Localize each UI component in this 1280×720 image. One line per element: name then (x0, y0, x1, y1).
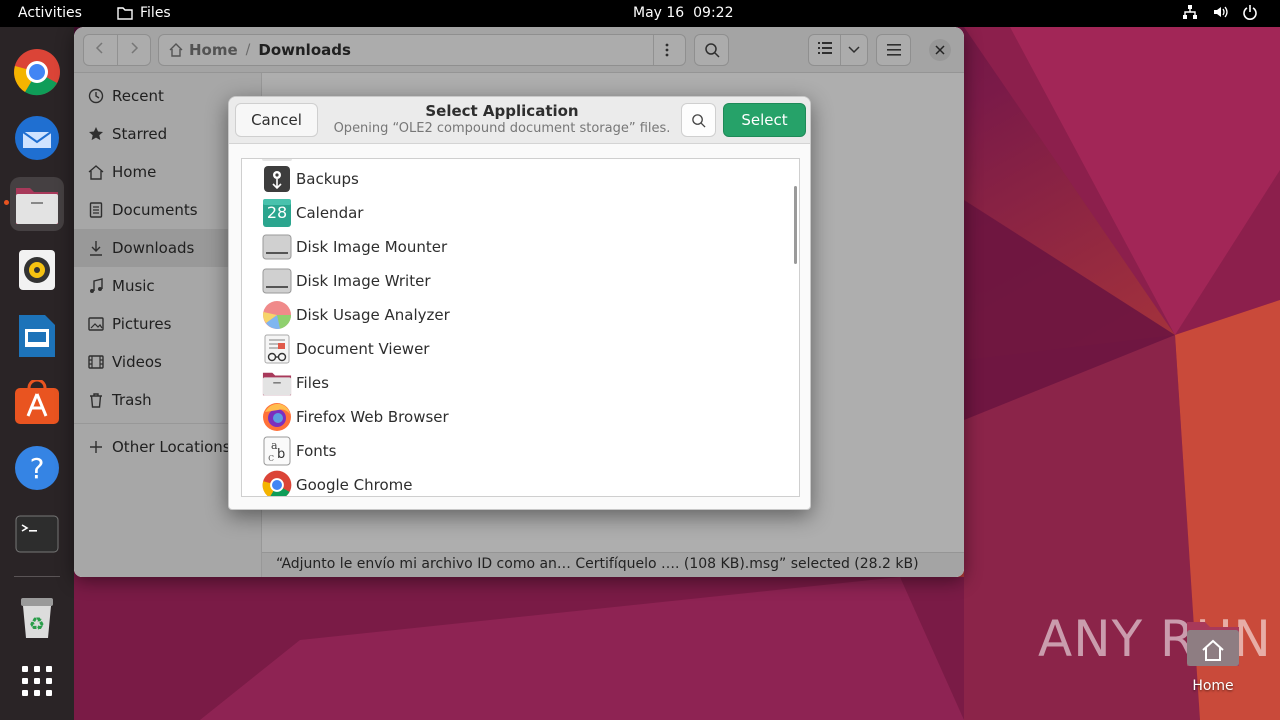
app-menu[interactable]: Files (117, 5, 171, 21)
clock-time: 09:22 (693, 5, 734, 21)
show-apps-icon (22, 666, 52, 696)
dialog-subtitle: Opening “OLE2 compound document storage”… (333, 121, 671, 136)
disk-icon (262, 266, 292, 296)
search-icon (692, 113, 706, 128)
terminal-icon (15, 515, 59, 553)
app-name: Disk Usage Analyzer (296, 306, 450, 324)
app-name: Disk Image Mounter (296, 238, 448, 256)
svg-text:b: b (277, 447, 285, 462)
list-item[interactable]: Google Chrome (242, 468, 799, 496)
document-viewer-icon (262, 334, 292, 364)
calendar-icon: 28 (262, 198, 292, 228)
select-application-dialog: Cancel Select Application Opening “OLE2 … (228, 96, 811, 510)
dock-terminal[interactable] (10, 507, 64, 561)
desktop-home-label[interactable]: Home (1172, 678, 1254, 694)
chrome-icon (14, 49, 60, 96)
dock: ? ♻ (0, 27, 74, 720)
list-item[interactable]: abc Fonts (242, 434, 799, 468)
list-item[interactable]: Backups (242, 162, 799, 196)
app-list[interactable]: Backups 28 Calendar Disk Image Mounter D… (241, 158, 800, 497)
firefox-icon (262, 402, 292, 432)
select-button[interactable]: Select (723, 103, 806, 137)
list-item[interactable]: Firefox Web Browser (242, 400, 799, 434)
svg-text:?: ? (30, 452, 45, 485)
search-button[interactable] (681, 103, 716, 137)
trash-icon: ♻ (21, 598, 53, 638)
app-name: Backups (296, 170, 359, 188)
top-bar: Activities Files May 16 09:22 (0, 0, 1280, 27)
running-indicator (4, 200, 9, 205)
calendar-day: 28 (266, 203, 288, 222)
dock-help[interactable]: ? (10, 441, 64, 495)
dialog-title: Select Application (425, 102, 579, 120)
list-item[interactable]: Disk Image Writer (242, 264, 799, 298)
app-name: Disk Image Writer (296, 272, 431, 290)
app-name: Document Viewer (296, 340, 430, 358)
folder-icon (117, 7, 133, 20)
dialog-header: Cancel Select Application Opening “OLE2 … (229, 97, 810, 144)
list-item[interactable]: Files (242, 366, 799, 400)
dock-thunderbird[interactable] (10, 111, 64, 165)
libreoffice-impress-icon (19, 315, 55, 357)
disk-icon (262, 232, 292, 262)
activities-button[interactable]: Activities (18, 5, 82, 21)
app-name: Google Chrome (296, 476, 413, 494)
thunderbird-icon (15, 116, 59, 160)
partial-list-item (262, 159, 292, 161)
backups-icon (262, 164, 292, 194)
svg-text:c: c (268, 451, 274, 464)
disk-usage-icon (262, 300, 292, 330)
system-tray[interactable] (1182, 4, 1258, 20)
dock-show-apps[interactable] (10, 654, 64, 708)
list-item[interactable]: Disk Image Mounter (242, 230, 799, 264)
cancel-button[interactable]: Cancel (235, 103, 318, 137)
dock-app-center[interactable] (10, 375, 64, 429)
clock-date: May 16 (633, 5, 685, 21)
dock-libreoffice-impress[interactable] (10, 309, 64, 363)
rhythmbox-icon (19, 250, 55, 290)
dock-separator (14, 576, 60, 577)
power-icon (1243, 5, 1257, 20)
files-icon (262, 368, 292, 398)
dock-trash[interactable]: ♻ (10, 591, 64, 645)
app-name: Firefox Web Browser (296, 408, 449, 426)
chrome-icon (262, 470, 292, 496)
app-name: Calendar (296, 204, 364, 222)
app-name: Files (296, 374, 329, 392)
svg-text:♻: ♻ (29, 614, 45, 635)
list-item[interactable]: 28 Calendar (242, 196, 799, 230)
clock[interactable]: May 16 09:22 (633, 5, 733, 21)
network-icon (1183, 5, 1197, 19)
app-name: Fonts (296, 442, 337, 460)
desktop-home-folder-icon[interactable] (1185, 618, 1241, 668)
fonts-icon: abc (262, 436, 292, 466)
app-center-icon (15, 380, 59, 424)
list-item[interactable]: Document Viewer (242, 332, 799, 366)
dock-chrome[interactable] (10, 45, 64, 99)
help-icon: ? (15, 446, 59, 490)
dock-files[interactable] (10, 177, 64, 231)
volume-icon (1214, 6, 1228, 18)
list-item[interactable]: Disk Usage Analyzer (242, 298, 799, 332)
list-scrollbar[interactable] (794, 186, 797, 264)
files-icon (16, 188, 58, 224)
dock-rhythmbox[interactable] (10, 243, 64, 297)
app-menu-label: Files (140, 5, 171, 21)
